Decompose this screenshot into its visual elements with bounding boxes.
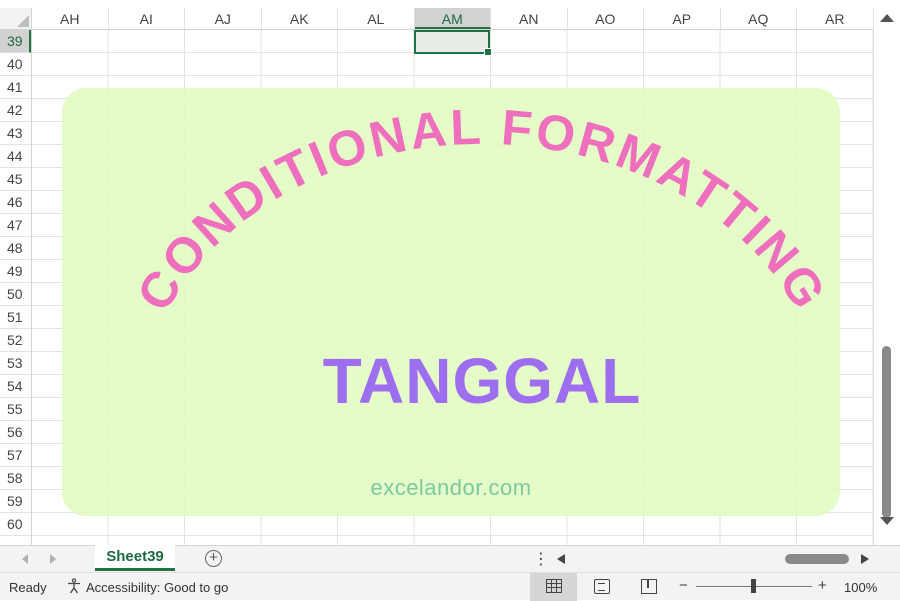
tab-sheet39[interactable]: Sheet39 — [95, 545, 175, 571]
status-ready: Ready — [9, 580, 47, 595]
zoom-slider-thumb[interactable] — [751, 579, 756, 593]
row-headers: 39 40 41 42 43 44 45 46 47 48 49 50 51 5… — [0, 30, 32, 545]
row-header-54[interactable]: 54 — [0, 375, 31, 398]
select-all-button[interactable] — [0, 8, 32, 30]
row-header-40[interactable]: 40 — [0, 53, 31, 76]
row-header-53[interactable]: 53 — [0, 352, 31, 375]
row-header-57[interactable]: 57 — [0, 444, 31, 467]
column-header-am[interactable]: AM — [414, 8, 491, 29]
page-break-view-icon[interactable] — [641, 579, 657, 594]
row-header-55[interactable]: 55 — [0, 398, 31, 421]
row-header-49[interactable]: 49 — [0, 260, 31, 283]
sheet-tab-bar: Sheet39 + ⋮ — [0, 545, 900, 572]
row-header-51[interactable]: 51 — [0, 306, 31, 329]
accessibility-icon[interactable] — [66, 578, 82, 594]
accessibility-status[interactable]: Accessibility: Good to go — [86, 580, 228, 595]
scroll-right-arrow-icon[interactable] — [861, 554, 869, 564]
normal-view-icon[interactable] — [546, 579, 562, 593]
subtitle-text: TANGGAL — [323, 345, 642, 417]
row-header-59[interactable]: 59 — [0, 490, 31, 513]
row-header-39[interactable]: 39 — [0, 30, 31, 53]
title-banner-image[interactable]: CONDITIONAL FORMATTING TANGGAL excelando… — [62, 88, 840, 516]
row-header-43[interactable]: 43 — [0, 122, 31, 145]
row-header-60[interactable]: 60 — [0, 513, 31, 536]
banner-graphic: CONDITIONAL FORMATTING TANGGAL — [126, 99, 838, 417]
column-header-aq[interactable]: AQ — [721, 8, 797, 29]
row-header-56[interactable]: 56 — [0, 421, 31, 444]
add-sheet-icon[interactable]: + — [205, 550, 222, 567]
column-header-ai[interactable]: AI — [109, 8, 185, 29]
row-header-52[interactable]: 52 — [0, 329, 31, 352]
cell-grid[interactable]: CONDITIONAL FORMATTING TANGGAL excelando… — [32, 30, 873, 545]
column-header-ar[interactable]: AR — [797, 8, 874, 29]
brand-watermark: excelandor.com — [370, 475, 532, 500]
row-header-46[interactable]: 46 — [0, 191, 31, 214]
row-header-44[interactable]: 44 — [0, 145, 31, 168]
row-header-47[interactable]: 47 — [0, 214, 31, 237]
vertical-scrollbar[interactable] — [873, 8, 900, 545]
more-options-icon[interactable]: ⋮ — [533, 549, 549, 569]
row-header-45[interactable]: 45 — [0, 168, 31, 191]
horizontal-scroll-thumb[interactable] — [785, 554, 849, 564]
zoom-in-icon[interactable]: + — [818, 577, 827, 594]
arc-title-path: CONDITIONAL FORMATTING — [126, 99, 835, 321]
previous-sheet-icon[interactable] — [22, 554, 28, 564]
column-header-ap[interactable]: AP — [644, 8, 721, 29]
active-cell-am39[interactable] — [414, 30, 492, 56]
scroll-down-arrow-icon[interactable] — [880, 517, 894, 525]
column-header-aj[interactable]: AJ — [185, 8, 262, 29]
scroll-up-arrow-icon[interactable] — [880, 14, 894, 22]
next-sheet-icon[interactable] — [50, 554, 56, 564]
row-header-41[interactable]: 41 — [0, 76, 31, 99]
row-header-50[interactable]: 50 — [0, 283, 31, 306]
zoom-level[interactable]: 100% — [844, 580, 877, 595]
fill-handle[interactable] — [484, 48, 492, 56]
select-all-triangle-icon — [17, 15, 29, 27]
arc-title-text: CONDITIONAL FORMATTING — [126, 99, 838, 321]
column-header-ak[interactable]: AK — [262, 8, 338, 29]
row-header-42[interactable]: 42 — [0, 99, 31, 122]
page-layout-view-icon[interactable] — [594, 579, 610, 594]
column-header-an[interactable]: AN — [491, 8, 568, 29]
column-header-ah[interactable]: AH — [32, 8, 109, 29]
vertical-scroll-thumb[interactable] — [882, 346, 891, 518]
column-header-al[interactable]: AL — [338, 8, 415, 29]
zoom-out-icon[interactable]: − — [679, 577, 688, 594]
scroll-left-arrow-icon[interactable] — [557, 554, 565, 564]
row-header-58[interactable]: 58 — [0, 467, 31, 490]
row-header-48[interactable]: 48 — [0, 237, 31, 260]
column-headers: AH AI AJ AK AL AM AN AO AP AQ AR — [32, 8, 874, 30]
status-bar: Ready Accessibility: Good to go − + 100% — [0, 572, 900, 601]
column-header-ao[interactable]: AO — [568, 8, 644, 29]
